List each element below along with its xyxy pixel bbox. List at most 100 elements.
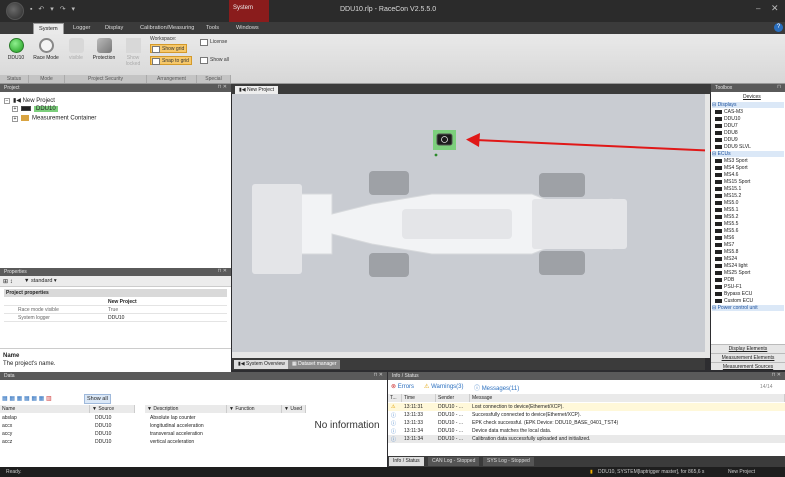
toolbox-measurement-elements[interactable]: Measurement Elements <box>711 353 785 362</box>
status-row[interactable]: ⓘ 13:11:33 DDU10 - ... EPK check successful… <box>388 419 785 427</box>
toolbox-item[interactable]: MS5.0 <box>715 200 738 206</box>
status-panel-title: Info / Status <box>392 373 419 379</box>
col-message[interactable]: Message <box>470 394 785 402</box>
status-panel: ⊗ Errors ⚠ Warnings(3) ⓘ Messages(11) 14… <box>388 380 785 467</box>
category-ecus[interactable]: ⊟ ECUs <box>712 151 784 157</box>
toolbox-item[interactable]: MS6 <box>715 235 734 241</box>
warnings-label: Warnings(3) <box>431 384 464 390</box>
toolbox-item[interactable]: DDU8 <box>715 130 738 136</box>
toolbox-item[interactable]: Bypass ECU <box>715 291 752 297</box>
ecu-icon <box>715 200 722 205</box>
toolbox-display-elements[interactable]: Display Elements <box>711 344 785 353</box>
col-time[interactable]: Time <box>402 394 436 402</box>
tab-sys-log[interactable]: SYS Log - Stopped <box>483 457 534 466</box>
table-row[interactable]: accz DDU10 vertical acceleration <box>0 438 306 446</box>
toolbox-item[interactable]: DDU9 <box>715 137 738 143</box>
tab-dataset-manager[interactable]: ▦ Dataset manager <box>288 360 341 369</box>
toolbox-item[interactable]: PDB <box>715 277 734 283</box>
row-msg: Successfully connected to device(Etherne… <box>472 412 581 418</box>
row-time: 13:11:34 <box>404 436 424 442</box>
toolbox-item[interactable]: MS24 light <box>715 263 748 269</box>
row-msg: Device data matches the local data. <box>472 428 552 434</box>
toolbox-item[interactable]: MS5.1 <box>715 207 738 213</box>
ecu-icon <box>715 165 722 170</box>
toolbox-item[interactable]: PSU-F1 <box>715 284 742 290</box>
ecu-icon <box>715 158 722 163</box>
toolbox-title: Toolbox <box>715 85 733 91</box>
toolbox-item[interactable]: MS24 <box>715 256 737 262</box>
toolbox-item[interactable]: MS3 Sport <box>715 158 748 164</box>
status-row[interactable]: ⓘ 13:11:34 DDU10 - ... Calibration data suc… <box>388 435 785 443</box>
tab-system-overview[interactable]: ▮◀ System Overview <box>234 360 289 369</box>
errors-filter[interactable]: ⊗ Errors <box>391 383 414 390</box>
project-status-text[interactable]: New Project <box>728 469 755 475</box>
item-label: MS4 Sport <box>724 165 748 171</box>
status-row[interactable]: ⚠ 13:11:31 DDU10 - ... Lost connection to d… <box>388 403 785 411</box>
col-label: Function <box>235 406 255 412</box>
warnings-filter[interactable]: ⚠ Warnings(3) <box>424 383 464 390</box>
device-status-text[interactable]: DDU10, SYSTEM[laptrigger master], for 86… <box>598 469 704 475</box>
tab-can-log[interactable]: CAN Log - Stopped <box>428 457 480 466</box>
col-source[interactable]: ▼ Source <box>90 405 135 413</box>
row-time: 13:11:34 <box>404 428 424 434</box>
pin-icon[interactable]: ⊓ ✕ <box>374 372 383 378</box>
table-row[interactable]: accy DDU10 transversal acceleration <box>0 430 306 438</box>
row-name: accy <box>2 431 13 437</box>
ecu-icon <box>715 235 722 240</box>
devices-label[interactable]: Devices <box>743 94 761 100</box>
toolbox-item[interactable]: Custom ECU <box>715 298 753 304</box>
toolbox-item[interactable]: MS25 Sport <box>715 270 750 276</box>
item-label: DDU9 <box>724 137 738 143</box>
category-displays[interactable]: ⊟ Displays <box>712 102 784 108</box>
toolbox-item[interactable]: MS4.6 <box>715 172 738 178</box>
toolbox-header: Toolbox ⊓ <box>711 84 785 92</box>
row-source: DDU10 <box>95 431 112 437</box>
ecu-icon <box>715 277 722 282</box>
status-row[interactable]: ⓘ 13:11:33 DDU10 - ... Successfully connect… <box>388 411 785 419</box>
toolbox-item[interactable]: DDU10 <box>715 116 740 122</box>
col-used[interactable]: ▼ Used <box>282 405 306 413</box>
toolbox-item[interactable]: MS7 <box>715 242 734 248</box>
item-label: Bypass ECU <box>724 291 753 297</box>
btab-label: Dataset manager <box>298 361 337 367</box>
toolbox-item[interactable]: MS5.5 <box>715 221 738 227</box>
pin-icon[interactable]: ⊓ ✕ <box>772 372 781 378</box>
col-description[interactable]: ▼ Description <box>145 405 227 413</box>
toolbox-item[interactable]: CAS-M3 <box>715 109 743 115</box>
table-row[interactable]: abslap DDU10 Absolute lap counter <box>0 414 306 422</box>
status-row[interactable]: ⓘ 13:11:34 DDU10 - ... Device data matches … <box>388 427 785 435</box>
category-power-control-unit[interactable]: ⊟ Power control unit <box>712 305 784 311</box>
toolbox-item[interactable]: MS5.2 <box>715 214 738 220</box>
ecu-icon <box>715 228 722 233</box>
toolbox-item[interactable]: MS5.6 <box>715 228 738 234</box>
toolbox-item[interactable]: MS15.1 <box>715 186 741 192</box>
data-panel-header: Data ⊓ ✕ <box>0 372 387 380</box>
toolbox-item[interactable]: DDU7 <box>715 123 738 129</box>
col-function[interactable]: ▼ Function <box>227 405 282 413</box>
row-name: accz <box>2 439 13 445</box>
warning-icon: ⚠ <box>424 384 430 390</box>
col-name[interactable]: Name <box>0 405 90 413</box>
toolbox-item[interactable]: MS5.8 <box>715 249 738 255</box>
data-toolbar-icons[interactable]: ▦ ▦ ▦ ▦ ▦ ▦ ▥ <box>2 395 52 402</box>
item-label: MS5.6 <box>724 228 739 234</box>
item-label: PDB <box>724 277 735 283</box>
toolbox-item[interactable]: DDU9 SLVL <box>715 144 751 150</box>
toolbox-item[interactable]: MS15.2 <box>715 193 741 199</box>
pin-icon[interactable]: ⊓ <box>777 84 781 90</box>
table-row[interactable]: accx DDU10 longitudinal acceleration <box>0 422 306 430</box>
canvas-vertical-scrollbar[interactable] <box>705 94 710 358</box>
col-sender[interactable]: Sender <box>436 394 470 402</box>
show-all-toggle[interactable]: Show all <box>84 394 111 404</box>
item-label: MS6 <box>724 235 735 241</box>
filter-icon[interactable]: ▥ <box>46 396 52 402</box>
toolbox-measurement-sources[interactable]: Measurement Sources <box>711 362 785 370</box>
canvas-bottom-tabs: ▮◀ System Overview ▦ Dataset manager <box>232 358 705 370</box>
tab-info-status[interactable]: Info / Status <box>389 457 424 466</box>
toolbox-item[interactable]: MS15 Sport <box>715 179 750 185</box>
item-label: DDU9 SLVL <box>724 144 751 150</box>
info-icon: ⓘ <box>391 421 397 427</box>
col-type[interactable]: T... <box>388 394 402 402</box>
toolbox-item[interactable]: MS4 Sport <box>715 165 748 171</box>
messages-filter[interactable]: ⓘ Messages(11) <box>474 383 519 392</box>
